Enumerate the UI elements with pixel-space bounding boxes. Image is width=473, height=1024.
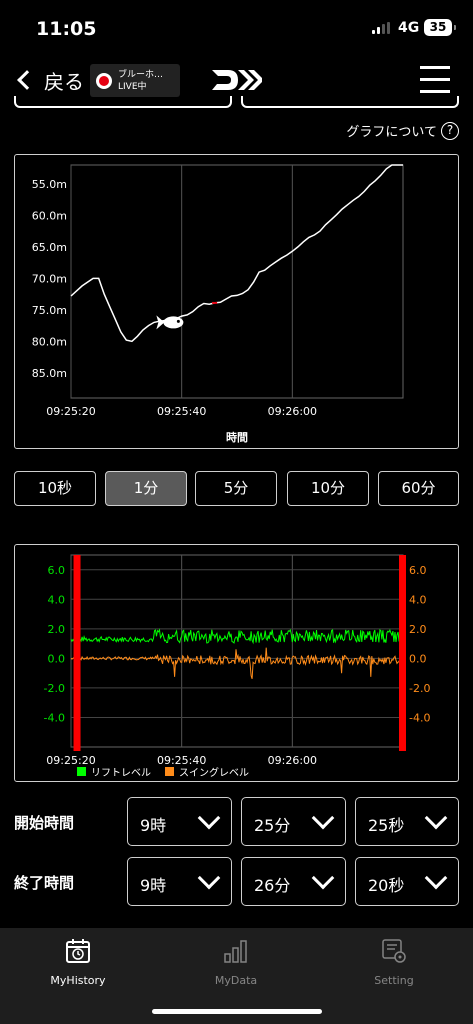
y-right-tick-label: -4.0 bbox=[409, 711, 430, 724]
chevron-down-icon bbox=[197, 806, 221, 830]
status-bar: 11:05 4G 35 bbox=[0, 0, 473, 56]
legend-swing: スイングレベル bbox=[179, 766, 249, 779]
graph-help-label: グラフについて bbox=[346, 125, 437, 140]
start-hour-select[interactable]: 9時 bbox=[127, 797, 232, 846]
chevron-down-icon bbox=[311, 866, 335, 890]
tab-setting-label: Setting bbox=[374, 974, 414, 987]
daiwa-logo bbox=[212, 70, 262, 90]
chevron-down-icon bbox=[197, 866, 221, 890]
start-second-select[interactable]: 25秒 bbox=[355, 797, 459, 846]
depth-chart-panel: 55.0m 60.0m 65.0m 70.0m 75.0m 80.0m 85.0m 09:2… bbox=[14, 154, 459, 449]
x-tick-label: 09:26:00 bbox=[268, 754, 317, 767]
y-right-tick-label: -2.0 bbox=[409, 682, 430, 695]
x-tick-label: 09:25:40 bbox=[157, 754, 206, 767]
end-second-select[interactable]: 20秒 bbox=[355, 857, 459, 906]
range-button[interactable]: 1分 bbox=[105, 471, 187, 506]
range-button[interactable]: 60分 bbox=[378, 471, 459, 506]
tab-myhistory-label: MyHistory bbox=[50, 974, 106, 987]
home-indicator bbox=[152, 1009, 322, 1014]
question-icon: ? bbox=[441, 121, 459, 140]
y-left-tick-label: -2.0 bbox=[44, 682, 65, 695]
legend-lift: リフトレベル bbox=[91, 767, 151, 779]
y-tick-label: 55.0m bbox=[32, 178, 67, 191]
range-button[interactable]: 10分 bbox=[287, 471, 369, 506]
x-tick-label: 09:25:40 bbox=[157, 405, 206, 418]
live-status: LIVE中 bbox=[118, 81, 147, 92]
calendar-clock-icon bbox=[66, 939, 90, 963]
top-control-right[interactable] bbox=[241, 96, 459, 108]
y-left-tick-label: 4.0 bbox=[48, 593, 66, 606]
y-tick-label: 85.0m bbox=[32, 367, 67, 380]
end-hour-select[interactable]: 9時 bbox=[127, 857, 232, 906]
level-chart-panel: 6.0 4.0 2.0 0.0 -2.0 -4.0 6.0 4.0 2.0 0.0 -2.0 -4.… bbox=[14, 544, 459, 782]
chevron-down-icon bbox=[424, 806, 448, 830]
y-right-tick-label: 2.0 bbox=[409, 623, 427, 636]
tab-mydata-label: MyData bbox=[214, 974, 258, 987]
y-right-tick-label: 0.0 bbox=[409, 652, 427, 665]
depth-chart: 55.0m 60.0m 65.0m 70.0m 75.0m 80.0m 85.0m 09:2… bbox=[32, 164, 404, 444]
depth-line bbox=[70, 164, 403, 343]
chevron-down-icon bbox=[311, 806, 335, 830]
tab-myhistory[interactable]: MyHistory bbox=[18, 938, 138, 987]
range-button[interactable]: 5分 bbox=[195, 471, 277, 506]
settings-list-icon bbox=[382, 939, 406, 963]
y-left-tick-label: 0.0 bbox=[48, 652, 66, 665]
y-tick-label: 70.0m bbox=[32, 272, 67, 285]
back-label: 戻る bbox=[44, 69, 84, 94]
status-time: 11:05 bbox=[36, 18, 97, 40]
bar-chart-icon bbox=[224, 940, 247, 963]
lift-level-line bbox=[70, 628, 404, 645]
live-record-icon bbox=[96, 72, 112, 89]
start-minute-select[interactable]: 25分 bbox=[241, 797, 346, 846]
chevron-left-icon bbox=[17, 70, 37, 90]
y-tick-label: 60.0m bbox=[32, 209, 67, 222]
end-minute-select[interactable]: 26分 bbox=[241, 857, 346, 906]
legend: リフトレベル スイングレベル bbox=[77, 766, 249, 779]
y-right-tick-label: 6.0 bbox=[409, 564, 427, 577]
x-tick-label: 09:26:00 bbox=[268, 405, 317, 418]
graph-help-link[interactable]: グラフについて ? bbox=[346, 121, 459, 140]
end-time-label: 終了時間 bbox=[14, 874, 75, 892]
network-type: 4G bbox=[398, 20, 420, 36]
range-button[interactable]: 10秒 bbox=[14, 471, 96, 506]
y-right-tick-label: 4.0 bbox=[409, 593, 427, 606]
start-time-label: 開始時間 bbox=[14, 814, 75, 832]
depth-x-axis-label: 時間 bbox=[226, 430, 248, 444]
signal-icon bbox=[372, 22, 392, 34]
menu-icon[interactable] bbox=[420, 66, 450, 94]
x-tick-label: 09:25:20 bbox=[46, 754, 95, 767]
y-tick-label: 80.0m bbox=[32, 335, 67, 348]
swing-level-line bbox=[70, 647, 404, 680]
y-tick-label: 65.0m bbox=[32, 241, 67, 254]
y-left-tick-label: 2.0 bbox=[48, 623, 66, 636]
live-badge[interactable]: ブルーホ… LIVE中 bbox=[90, 64, 180, 97]
chevron-down-icon bbox=[424, 866, 448, 890]
level-chart: 6.0 4.0 2.0 0.0 -2.0 -4.0 6.0 4.0 2.0 0.0 -2.0 -4.… bbox=[44, 554, 430, 779]
x-tick-label: 09:25:20 bbox=[46, 405, 95, 418]
tab-mydata[interactable]: MyData bbox=[176, 938, 296, 987]
battery-icon: 35 bbox=[424, 19, 456, 36]
y-left-tick-label: -4.0 bbox=[44, 711, 65, 724]
tab-setting[interactable]: Setting bbox=[334, 938, 454, 987]
top-control-left[interactable] bbox=[14, 96, 232, 108]
back-button[interactable]: 戻る bbox=[14, 64, 84, 96]
range-start-marker[interactable] bbox=[73, 555, 81, 751]
range-end-marker[interactable] bbox=[399, 555, 406, 751]
y-left-tick-label: 6.0 bbox=[48, 564, 66, 577]
y-tick-label: 75.0m bbox=[32, 304, 67, 317]
live-title: ブルーホ… bbox=[118, 69, 164, 80]
